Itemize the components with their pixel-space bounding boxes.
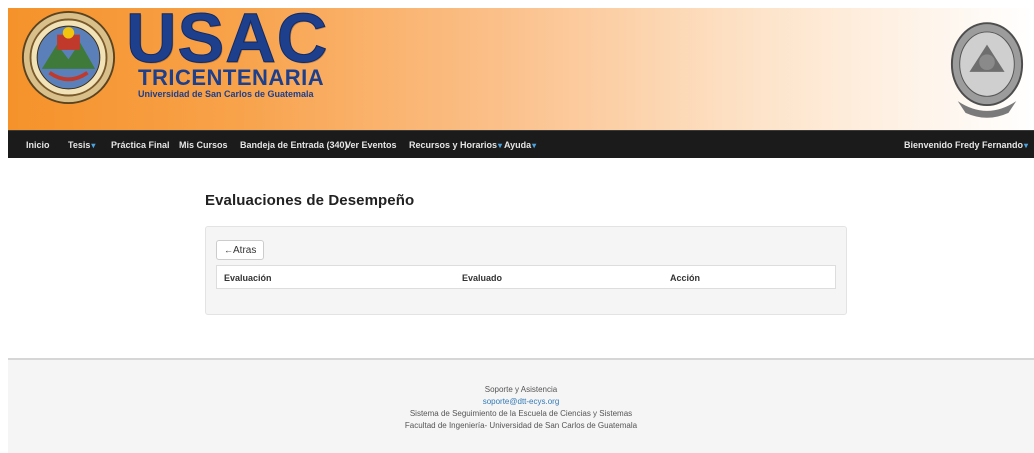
- nav-bandeja-entrada[interactable]: Bandeja de Entrada (340): [240, 139, 348, 151]
- nav-practica-final[interactable]: Práctica Final: [111, 139, 170, 151]
- nav-mis-cursos-label: Mis Cursos: [179, 140, 228, 150]
- caret-down-icon: ▾: [498, 141, 503, 150]
- nav-ver-eventos[interactable]: Ver Eventos: [345, 139, 397, 151]
- evaluations-panel: ←Atras Evaluación Evaluado Acción: [205, 226, 847, 315]
- nav-bandeja-entrada-label: Bandeja de Entrada (340): [240, 140, 348, 150]
- top-navbar: Inicio Tesis▾ Práctica Final Mis Cursos …: [8, 130, 1034, 158]
- nav-tesis[interactable]: Tesis▾: [68, 139, 95, 152]
- nav-ver-eventos-label: Ver Eventos: [345, 140, 397, 150]
- page-title: Evaluaciones de Desempeño: [205, 192, 415, 209]
- column-header-accion: Acción: [670, 273, 701, 283]
- nav-tesis-label: Tesis: [68, 140, 91, 150]
- caret-down-icon: ▾: [1023, 141, 1028, 150]
- ingenieria-seal-logo-icon: [950, 22, 1024, 118]
- evaluations-table: Evaluación Evaluado Acción: [216, 265, 836, 289]
- nav-practica-final-label: Práctica Final: [111, 140, 170, 150]
- nav-ayuda[interactable]: Ayuda▾: [504, 139, 536, 152]
- footer-support-email[interactable]: soporte@dtt-ecys.org: [8, 397, 1034, 407]
- caret-down-icon: ▾: [91, 141, 96, 150]
- column-header-evaluacion: Evaluación: [224, 273, 272, 283]
- footer-system-name: Sistema de Seguimiento de la Escuela de …: [409, 409, 633, 418]
- nav-mis-cursos[interactable]: Mis Cursos: [179, 139, 228, 151]
- nav-recursos-horarios[interactable]: Recursos y Horarios▾: [409, 139, 502, 152]
- nav-inicio-label: Inicio: [26, 140, 50, 150]
- user-menu[interactable]: Bienvenido Fredy Fernando▾: [904, 139, 1028, 152]
- university-name: Universidad de San Carlos de Guatemala: [138, 89, 314, 99]
- nav-ayuda-label: Ayuda: [504, 140, 532, 150]
- user-menu-label: Bienvenido Fredy Fernando: [903, 140, 1023, 150]
- back-button-label: Atras: [233, 245, 257, 256]
- arrow-left-icon: ←: [224, 245, 233, 255]
- back-button[interactable]: ←Atras: [216, 240, 265, 260]
- column-header-evaluado: Evaluado: [462, 273, 503, 283]
- page-footer: Soporte y Asistencia soporte@dtt-ecys.or…: [8, 358, 1034, 453]
- footer-support-title: Soporte y Asistencia: [484, 385, 558, 394]
- usac-seal-logo-icon: [21, 10, 116, 105]
- caret-down-icon: ▾: [532, 141, 537, 150]
- tricentenaria-text: TRICENTENARIA: [138, 65, 325, 90]
- footer-faculty-name: Facultad de Ingeniería- Universidad de S…: [404, 421, 638, 430]
- header-banner: USAC TRICENTENARIA Universidad de San Ca…: [8, 8, 1034, 130]
- nav-inicio[interactable]: Inicio: [26, 139, 50, 151]
- nav-recursos-horarios-label: Recursos y Horarios: [409, 140, 498, 150]
